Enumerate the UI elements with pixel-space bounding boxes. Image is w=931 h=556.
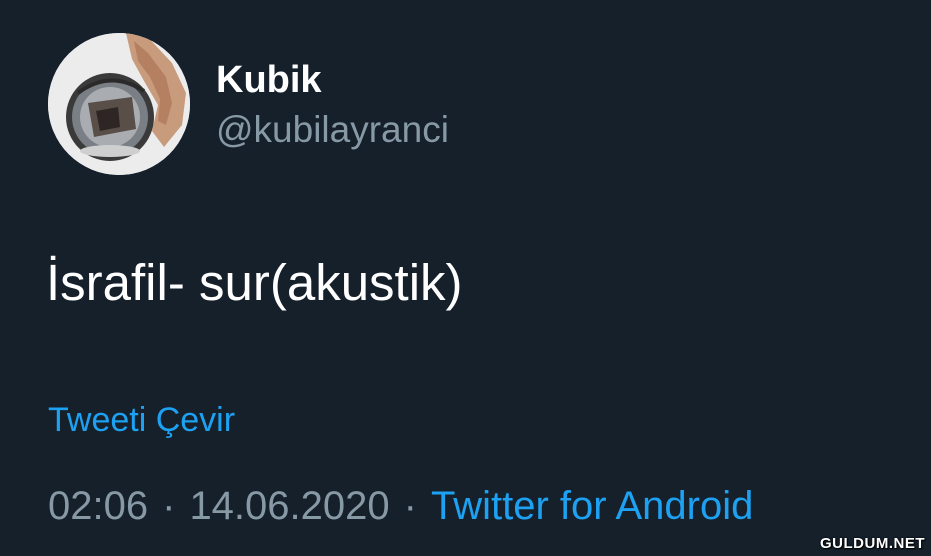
tweet-source-link[interactable]: Twitter for Android: [431, 484, 753, 528]
tweet-meta: 02:06 · 14.06.2020 · Twitter for Android: [48, 480, 753, 532]
user-handle[interactable]: @kubilayranci: [216, 106, 449, 154]
meta-separator: ·: [162, 484, 176, 528]
site-watermark: GULDUM.NET: [820, 535, 925, 552]
avatar[interactable]: [48, 33, 190, 175]
tweet-text: İsrafil- sur(akustik): [46, 254, 463, 311]
translate-tweet-link[interactable]: Tweeti Çevir: [48, 398, 235, 442]
tweet-date: 14.06.2020: [189, 484, 390, 528]
avatar-image: [48, 33, 190, 175]
display-name[interactable]: Kubik: [216, 56, 322, 104]
meta-separator: ·: [403, 484, 417, 528]
tweet-time: 02:06: [48, 484, 149, 528]
